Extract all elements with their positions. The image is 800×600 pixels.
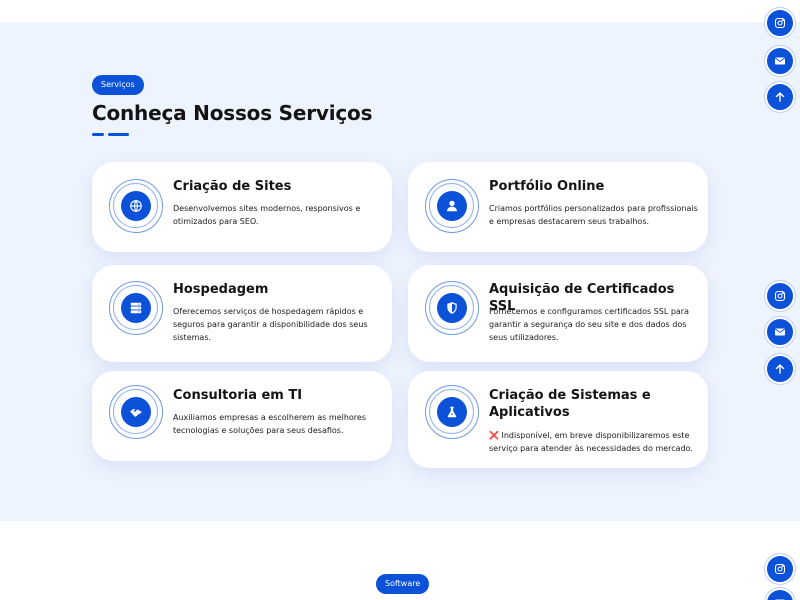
handshake-icon xyxy=(130,409,142,417)
service-description: Oferecemos serviços de hospedagem rápido… xyxy=(173,307,368,342)
arrow-up-icon xyxy=(775,92,785,102)
service-title: Hospedagem xyxy=(173,282,269,297)
service-card-systems: Criação de Sistemas e Aplicativos ❌ Indi… xyxy=(408,371,708,468)
service-title: Consultoria em TI xyxy=(173,388,303,403)
title-underline-short xyxy=(92,133,104,136)
title-underline-long xyxy=(108,133,129,136)
service-title: Criação de Sites xyxy=(173,179,292,194)
arrow-up-icon xyxy=(775,364,785,374)
service-card-ssl: Aquisição de Certificados SSL Fornecemos… xyxy=(408,265,708,362)
scroll-top-button[interactable] xyxy=(765,82,795,112)
service-icon-ring xyxy=(425,281,479,335)
service-description: Fornecemos e configuramos certificados S… xyxy=(489,307,689,342)
server-icon xyxy=(130,302,142,314)
instagram-button[interactable] xyxy=(765,281,795,311)
service-card-consulting: Consultoria em TI Auxiliamos empresas a … xyxy=(92,371,392,461)
service-description: ❌ Indisponível, em breve disponibilizare… xyxy=(489,431,693,453)
section-title: Conheça Nossos Serviços xyxy=(92,101,373,125)
service-icon-ring xyxy=(109,385,163,439)
mail-icon xyxy=(774,328,786,336)
service-icon-ring xyxy=(425,179,479,233)
mail-icon xyxy=(774,57,786,65)
email-button[interactable] xyxy=(765,317,795,347)
service-title: Portfólio Online xyxy=(489,179,605,194)
top-strip xyxy=(0,0,800,22)
service-card-portfolio: Portfólio Online Criamos portfólios pers… xyxy=(408,162,708,252)
service-description: Criamos portfólios personalizados para p… xyxy=(489,204,698,226)
instagram-button[interactable] xyxy=(765,8,795,38)
instagram-icon xyxy=(774,290,786,302)
service-description: Desenvolvemos sites modernos, responsivo… xyxy=(173,204,361,226)
service-icon-ring xyxy=(109,179,163,233)
service-title: Criação de Sistemas e Aplicativos xyxy=(489,388,651,420)
section-badge: Serviços xyxy=(92,75,144,95)
software-badge: Software xyxy=(376,574,430,594)
user-icon xyxy=(447,200,457,212)
service-card-hosting: Hospedagem Oferecemos serviços de hosped… xyxy=(92,265,392,362)
instagram-icon xyxy=(774,563,786,575)
service-icon-ring xyxy=(425,385,479,439)
instagram-button[interactable] xyxy=(765,554,795,584)
scroll-top-button[interactable] xyxy=(765,354,795,384)
email-button[interactable] xyxy=(765,46,795,76)
globe-icon xyxy=(130,200,142,212)
flask-icon xyxy=(447,406,457,418)
service-icon-ring xyxy=(109,281,163,335)
service-description: Auxiliamos empresas a escolherem as melh… xyxy=(173,413,366,435)
service-card-sites: Criação de Sites Desenvolvemos sites mod… xyxy=(92,162,392,252)
shield-icon xyxy=(447,302,457,314)
instagram-icon xyxy=(774,17,786,29)
